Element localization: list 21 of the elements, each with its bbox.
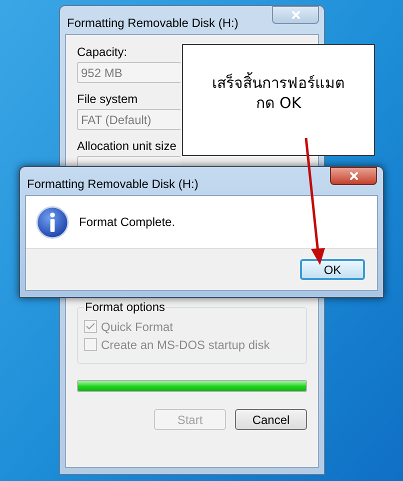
window-title: Formatting Removable Disk (H:) [67,15,238,32]
window-title: Formatting Removable Disk (H:) [27,176,198,193]
close-button[interactable] [330,167,377,185]
checkbox[interactable] [84,320,97,333]
callout-text: กด OK [256,93,302,113]
cancel-button[interactable]: Cancel [235,409,307,430]
group-label: Format options [84,300,166,314]
info-icon [36,206,69,238]
field-label: File system [77,92,138,106]
close-icon [290,9,302,21]
field-label: Allocation unit size [77,139,176,153]
dropdown-field[interactable]: FAT (Default) [77,109,181,130]
dropdown-field[interactable]: 952 MB [77,62,181,83]
field-label: Capacity: [77,45,128,59]
checkbox-label: Quick Format [101,318,174,336]
checkbox[interactable] [84,338,97,351]
message-text: Format Complete. [79,214,176,231]
callout-text: เสร็จสิ้นการฟอร์แมต [212,73,345,93]
ok-button[interactable]: OK [300,259,365,280]
checkbox-label: Create an MS-DOS startup disk [101,336,270,354]
close-icon [348,170,360,182]
